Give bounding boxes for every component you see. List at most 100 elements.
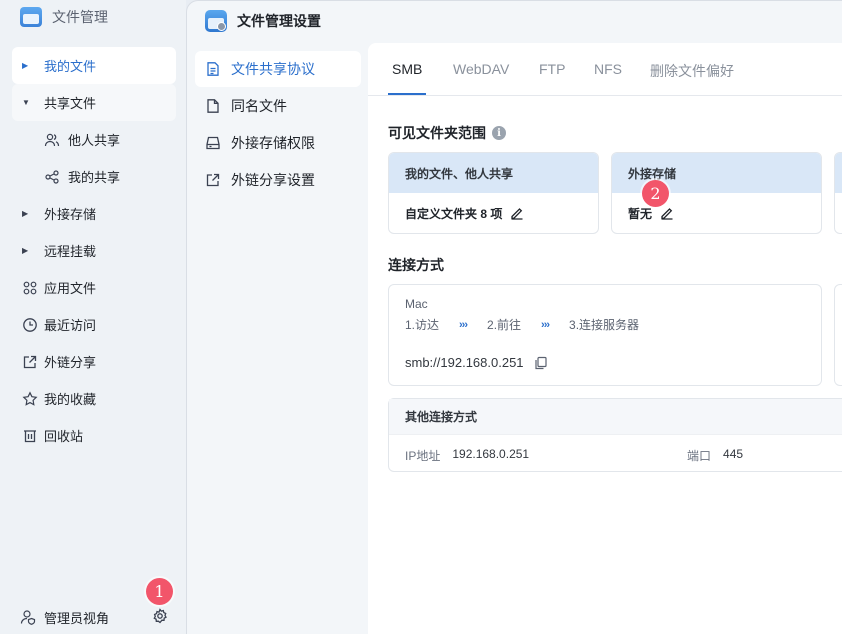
external-share-icon xyxy=(205,172,221,188)
trash-icon xyxy=(22,428,38,444)
other-connection-title: 其他连接方式 xyxy=(389,399,842,435)
connection-title: 连接方式 xyxy=(388,255,444,275)
sidebar-item-label: 外链分享 xyxy=(44,355,97,370)
apps-grid-icon xyxy=(22,280,38,296)
window-header: 文件管理设置 xyxy=(187,1,842,41)
share-icon xyxy=(44,169,60,185)
edit-icon[interactable] xyxy=(510,206,524,220)
tab-delete-file-preferences[interactable]: 删除文件偏好 xyxy=(650,61,734,81)
smb-url: smb://192.168.0.251 xyxy=(405,355,548,370)
sidebar-item-external-storage[interactable]: ▶ 外接存储 xyxy=(12,195,176,232)
sidebar-item-label: 我的文件 xyxy=(44,59,97,74)
sidebar-item-trash[interactable]: 回收站 xyxy=(12,417,176,454)
mac-connection-card: Mac 1.访达 ››› 2.前往 ››› 3.连接服务器 smb://192.… xyxy=(388,284,822,386)
settings-nav-label: 同名文件 xyxy=(231,98,287,114)
scope-card-my-files: 我的文件、他人共享 自定义文件夹 8 项 xyxy=(388,152,599,234)
caret-right-icon: ▶ xyxy=(22,209,29,218)
ip-address-value: 192.168.0.251 xyxy=(452,447,530,461)
app-title-text: 文件管理 xyxy=(52,9,108,25)
sidebar-item-label: 共享文件 xyxy=(44,96,97,111)
sidebar-item-label: 回收站 xyxy=(44,429,84,444)
clock-icon xyxy=(22,317,38,333)
settings-nav-label: 文件共享协议 xyxy=(231,61,315,77)
sidebar-item-label: 最近访问 xyxy=(44,318,97,333)
sidebar-item-label: 外接存储 xyxy=(44,207,97,222)
gear-icon[interactable] xyxy=(152,608,168,627)
visible-scope-title-text: 可见文件夹范围 xyxy=(388,125,486,141)
protocol-tabs: SMB WebDAV FTP NFS 删除文件偏好 xyxy=(368,43,842,96)
sidebar-item-external-share[interactable]: 外链分享 xyxy=(12,343,176,380)
connection-card-partial xyxy=(834,284,842,386)
port-label: 端口 xyxy=(687,449,712,463)
other-connection-card: 其他连接方式 IP地址 192.168.0.251 端口 445 xyxy=(388,398,842,472)
sidebar-item-remote-mount[interactable]: ▶ 远程挂载 xyxy=(12,232,176,269)
settings-nav-external-share-settings[interactable]: 外链分享设置 xyxy=(195,162,361,198)
sidebar-item-recent[interactable]: 最近访问 xyxy=(12,306,176,343)
settings-app-icon xyxy=(205,10,227,32)
file-icon xyxy=(205,98,221,114)
window-title: 文件管理设置 xyxy=(237,13,321,29)
sidebar-item-favorites[interactable]: 我的收藏 xyxy=(12,380,176,417)
sidebar-item-label: 远程挂载 xyxy=(44,244,97,259)
chevrons-right-icon: ››› xyxy=(459,318,468,331)
chevrons-right-icon: ››› xyxy=(541,318,550,331)
settings-window: 文件管理设置 文件共享协议 同名文件 外接存储权限 外链分享设置 SMB Web… xyxy=(186,0,842,634)
scope-card-value: 暂无 xyxy=(628,206,653,221)
sidebar-item-shared-with-me[interactable]: 他人共享 xyxy=(12,121,176,158)
settings-content: SMB WebDAV FTP NFS 删除文件偏好 可见文件夹范围 i 我的文件… xyxy=(368,43,842,634)
visible-scope-title: 可见文件夹范围 i xyxy=(388,123,506,143)
app-title: 文件管理 xyxy=(20,6,108,28)
scope-card-value: 自定义文件夹 8 项 xyxy=(405,206,503,221)
caret-right-icon: ▶ xyxy=(22,246,29,255)
settings-nav-same-name-files[interactable]: 同名文件 xyxy=(195,88,361,124)
settings-nav: 文件共享协议 同名文件 外接存储权限 外链分享设置 xyxy=(195,51,361,199)
mac-steps: 1.访达 ››› 2.前往 ››› 3.连接服务器 xyxy=(405,316,639,333)
mac-label: Mac xyxy=(405,297,428,311)
edit-icon[interactable] xyxy=(660,206,674,220)
port-field: 端口 445 xyxy=(687,447,743,464)
info-icon[interactable]: i xyxy=(492,126,506,140)
tab-ftp[interactable]: FTP xyxy=(539,61,565,77)
port-value: 445 xyxy=(723,447,744,461)
admin-user-icon xyxy=(20,609,36,625)
mac-step-1: 1.访达 xyxy=(405,318,440,332)
external-share-icon xyxy=(22,354,38,370)
mac-step-2: 2.前往 xyxy=(487,318,522,332)
tab-nfs[interactable]: NFS xyxy=(594,61,622,77)
step-badge-1: 1 xyxy=(146,578,173,605)
sidebar-item-label: 他人共享 xyxy=(68,133,121,148)
sidebar-item-my-shares[interactable]: 我的共享 xyxy=(12,158,176,195)
folder-app-icon xyxy=(20,7,42,27)
sidebar-nav: ▶ 我的文件 ▼ 共享文件 他人共享 我的共享 ▶ 外接存储 ▶ 远程挂载 应用… xyxy=(12,47,176,454)
ip-address-label: IP地址 xyxy=(405,449,441,463)
copy-icon[interactable] xyxy=(534,356,548,370)
caret-down-icon: ▼ xyxy=(22,98,30,107)
star-icon xyxy=(22,390,38,407)
tab-webdav[interactable]: WebDAV xyxy=(453,61,509,77)
drive-icon xyxy=(205,135,221,151)
settings-nav-external-storage-permissions[interactable]: 外接存储权限 xyxy=(195,125,361,161)
settings-nav-file-sharing-protocol[interactable]: 文件共享协议 xyxy=(195,51,361,87)
sidebar-item-my-files[interactable]: ▶ 我的文件 xyxy=(12,47,176,84)
sidebar-item-label: 我的共享 xyxy=(68,170,121,185)
ip-address-field: IP地址 192.168.0.251 xyxy=(405,447,529,464)
scope-card-body: 自定义文件夹 8 项 xyxy=(389,193,598,233)
caret-right-icon: ▶ xyxy=(22,61,29,70)
step-badge-2: 2 xyxy=(642,180,669,207)
scope-card-partial xyxy=(834,152,842,234)
sidebar-item-label: 应用文件 xyxy=(44,281,97,296)
scope-card-head: 我的文件、他人共享 xyxy=(389,153,598,193)
admin-view-label: 管理员视角 xyxy=(44,610,110,626)
sidebar-item-app-files[interactable]: 应用文件 xyxy=(12,269,176,306)
users-icon xyxy=(44,132,60,148)
active-tab-indicator xyxy=(388,93,426,95)
mac-step-3: 3.连接服务器 xyxy=(569,318,640,332)
sidebar: 文件管理 ▶ 我的文件 ▼ 共享文件 他人共享 我的共享 ▶ 外接存储 ▶ 远程… xyxy=(0,0,186,634)
settings-nav-label: 外链分享设置 xyxy=(231,172,315,188)
settings-nav-label: 外接存储权限 xyxy=(231,135,315,151)
admin-view-toggle[interactable]: 管理员视角 xyxy=(20,604,170,630)
connection-title-text: 连接方式 xyxy=(388,257,444,273)
sidebar-item-label: 我的收藏 xyxy=(44,392,97,407)
tab-smb[interactable]: SMB xyxy=(392,61,422,77)
sidebar-item-shared-files[interactable]: ▼ 共享文件 xyxy=(12,84,176,121)
